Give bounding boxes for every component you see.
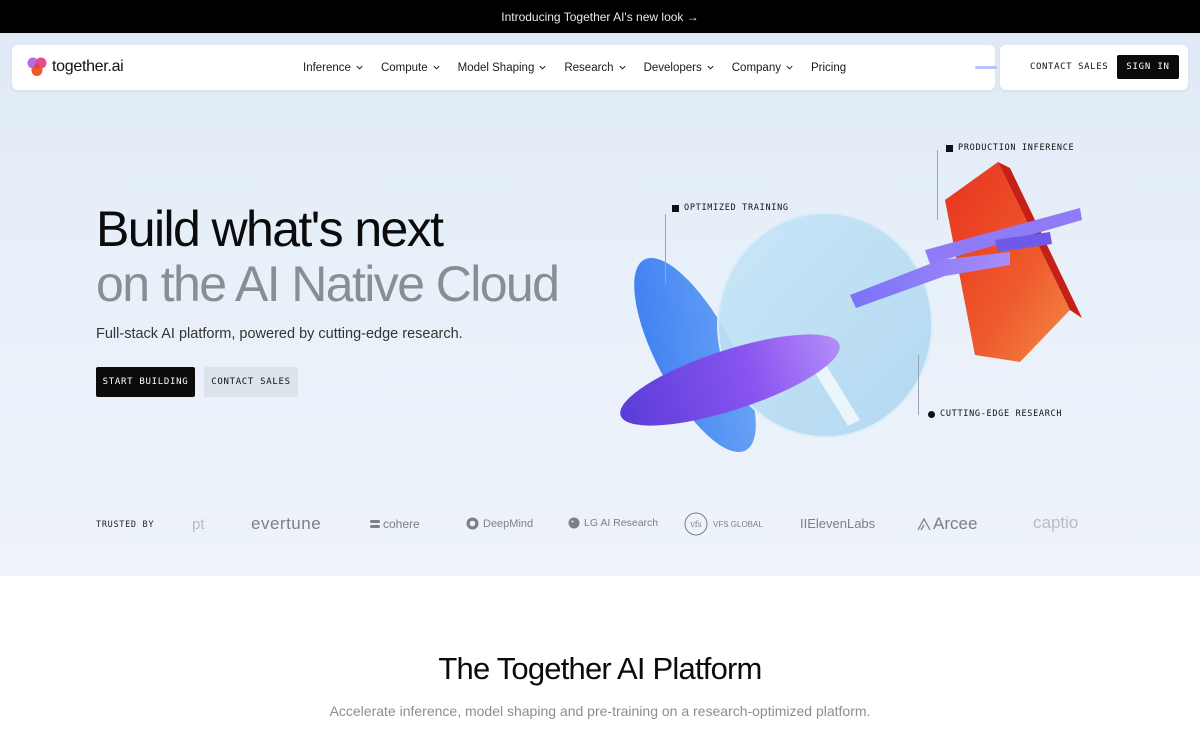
contact-sales-button[interactable]: CONTACT SALES — [204, 367, 298, 397]
brand-text: cohere — [383, 517, 420, 531]
platform-title: The Together AI Platform — [438, 651, 762, 686]
hero-subtitle: Full-stack AI platform, powered by cutti… — [96, 326, 463, 342]
label-line-inference — [937, 150, 938, 220]
chevron-down-icon — [619, 65, 626, 70]
label-line-training — [665, 214, 666, 284]
nav-item-label: Research — [564, 61, 614, 74]
vfs-icon: vfs — [684, 512, 708, 536]
deepmind-icon — [466, 517, 479, 530]
hero-headline-line1: Build what's next — [96, 201, 444, 257]
brand-logo-pt: pt — [192, 516, 205, 533]
lg-icon — [568, 517, 580, 529]
brand-logo-lg-ai-research: LG AI Research — [568, 517, 658, 529]
trusted-by-label: TRUSTED BY — [96, 520, 155, 530]
brand-logo-evertune: evertune — [251, 514, 322, 533]
label-text: OPTIMIZED TRAINING — [684, 203, 789, 213]
label-production-inference: PRODUCTION INFERENCE — [946, 143, 1074, 153]
hero-headline-line2: on the AI Native Cloud — [96, 256, 560, 312]
square-icon — [672, 204, 679, 212]
brand-text: DeepMind — [483, 517, 534, 530]
announcement-text[interactable]: Introducing Together AI's new look → — [501, 10, 699, 24]
nav-item-label: Inference — [303, 61, 351, 74]
label-text: PRODUCTION INFERENCE — [958, 143, 1075, 153]
logo-icon — [27, 57, 47, 76]
label-line-research — [918, 355, 919, 415]
label-optimized-training: OPTIMIZED TRAINING — [672, 203, 789, 213]
arcee-icon — [917, 517, 931, 531]
nav-item-inference[interactable]: Inference — [303, 62, 364, 74]
brand-logo-vfs-global: vfs VFS GLOBAL — [684, 512, 763, 536]
chevron-down-icon — [356, 65, 363, 70]
nav-item-label: Company — [731, 61, 781, 74]
contact-sales-link[interactable]: CONTACT SALES — [1030, 62, 1108, 72]
brand-logo-arcee: Arcee — [917, 514, 977, 534]
nav-item-model-shaping[interactable]: Model Shaping — [458, 62, 548, 74]
platform-subtitle: Accelerate inference, model shaping and … — [329, 703, 871, 719]
label-text: CUTTING-EDGE RESEARCH — [940, 409, 1063, 419]
nav-item-research[interactable]: Research — [564, 62, 626, 74]
cohere-icon — [370, 520, 380, 528]
nav-item-developers[interactable]: Developers — [644, 62, 715, 74]
nav-menu: Inference Compute Model Shaping Research… — [303, 45, 863, 90]
brand-logo-deepmind: DeepMind — [466, 517, 533, 530]
chevron-down-icon — [539, 65, 546, 70]
nav-item-label: Model Shaping — [457, 61, 535, 74]
brand-logo-elevenlabs: IIElevenLabs — [800, 516, 876, 531]
chevron-down-icon — [707, 65, 714, 70]
brand-text: VFS GLOBAL — [713, 519, 763, 529]
chevron-down-icon — [433, 65, 440, 70]
start-building-button[interactable]: START BUILDING — [96, 367, 195, 397]
sign-in-button[interactable]: SIGN IN — [1117, 55, 1179, 79]
bookmark-icon — [946, 144, 953, 152]
nav-item-compute[interactable]: Compute — [381, 62, 441, 74]
logo-text: together.ai — [52, 58, 124, 75]
nav-item-company[interactable]: Company — [732, 62, 794, 74]
label-cutting-edge-research: CUTTING-EDGE RESEARCH — [928, 409, 1062, 419]
logo[interactable]: together.ai — [26, 56, 124, 78]
brand-text: Arcee — [933, 514, 978, 533]
nav-item-label: Compute — [380, 61, 428, 74]
nav-indicator — [975, 66, 997, 69]
nav-item-label: Pricing — [810, 61, 847, 74]
brand-logo-cohere: cohere — [370, 517, 420, 531]
chevron-down-icon — [786, 65, 793, 70]
circle-icon — [928, 410, 935, 418]
brand-text: LG AI Research — [584, 517, 659, 529]
brand-logo-captio: captio — [1033, 513, 1079, 532]
nav-item-label: Developers — [643, 61, 702, 74]
nav-item-pricing[interactable]: Pricing — [811, 62, 846, 74]
announcement-bar[interactable]: Introducing Together AI's new look → — [0, 0, 1200, 33]
svg-text:vfs: vfs — [689, 520, 702, 529]
hero-illustration — [620, 162, 1082, 453]
